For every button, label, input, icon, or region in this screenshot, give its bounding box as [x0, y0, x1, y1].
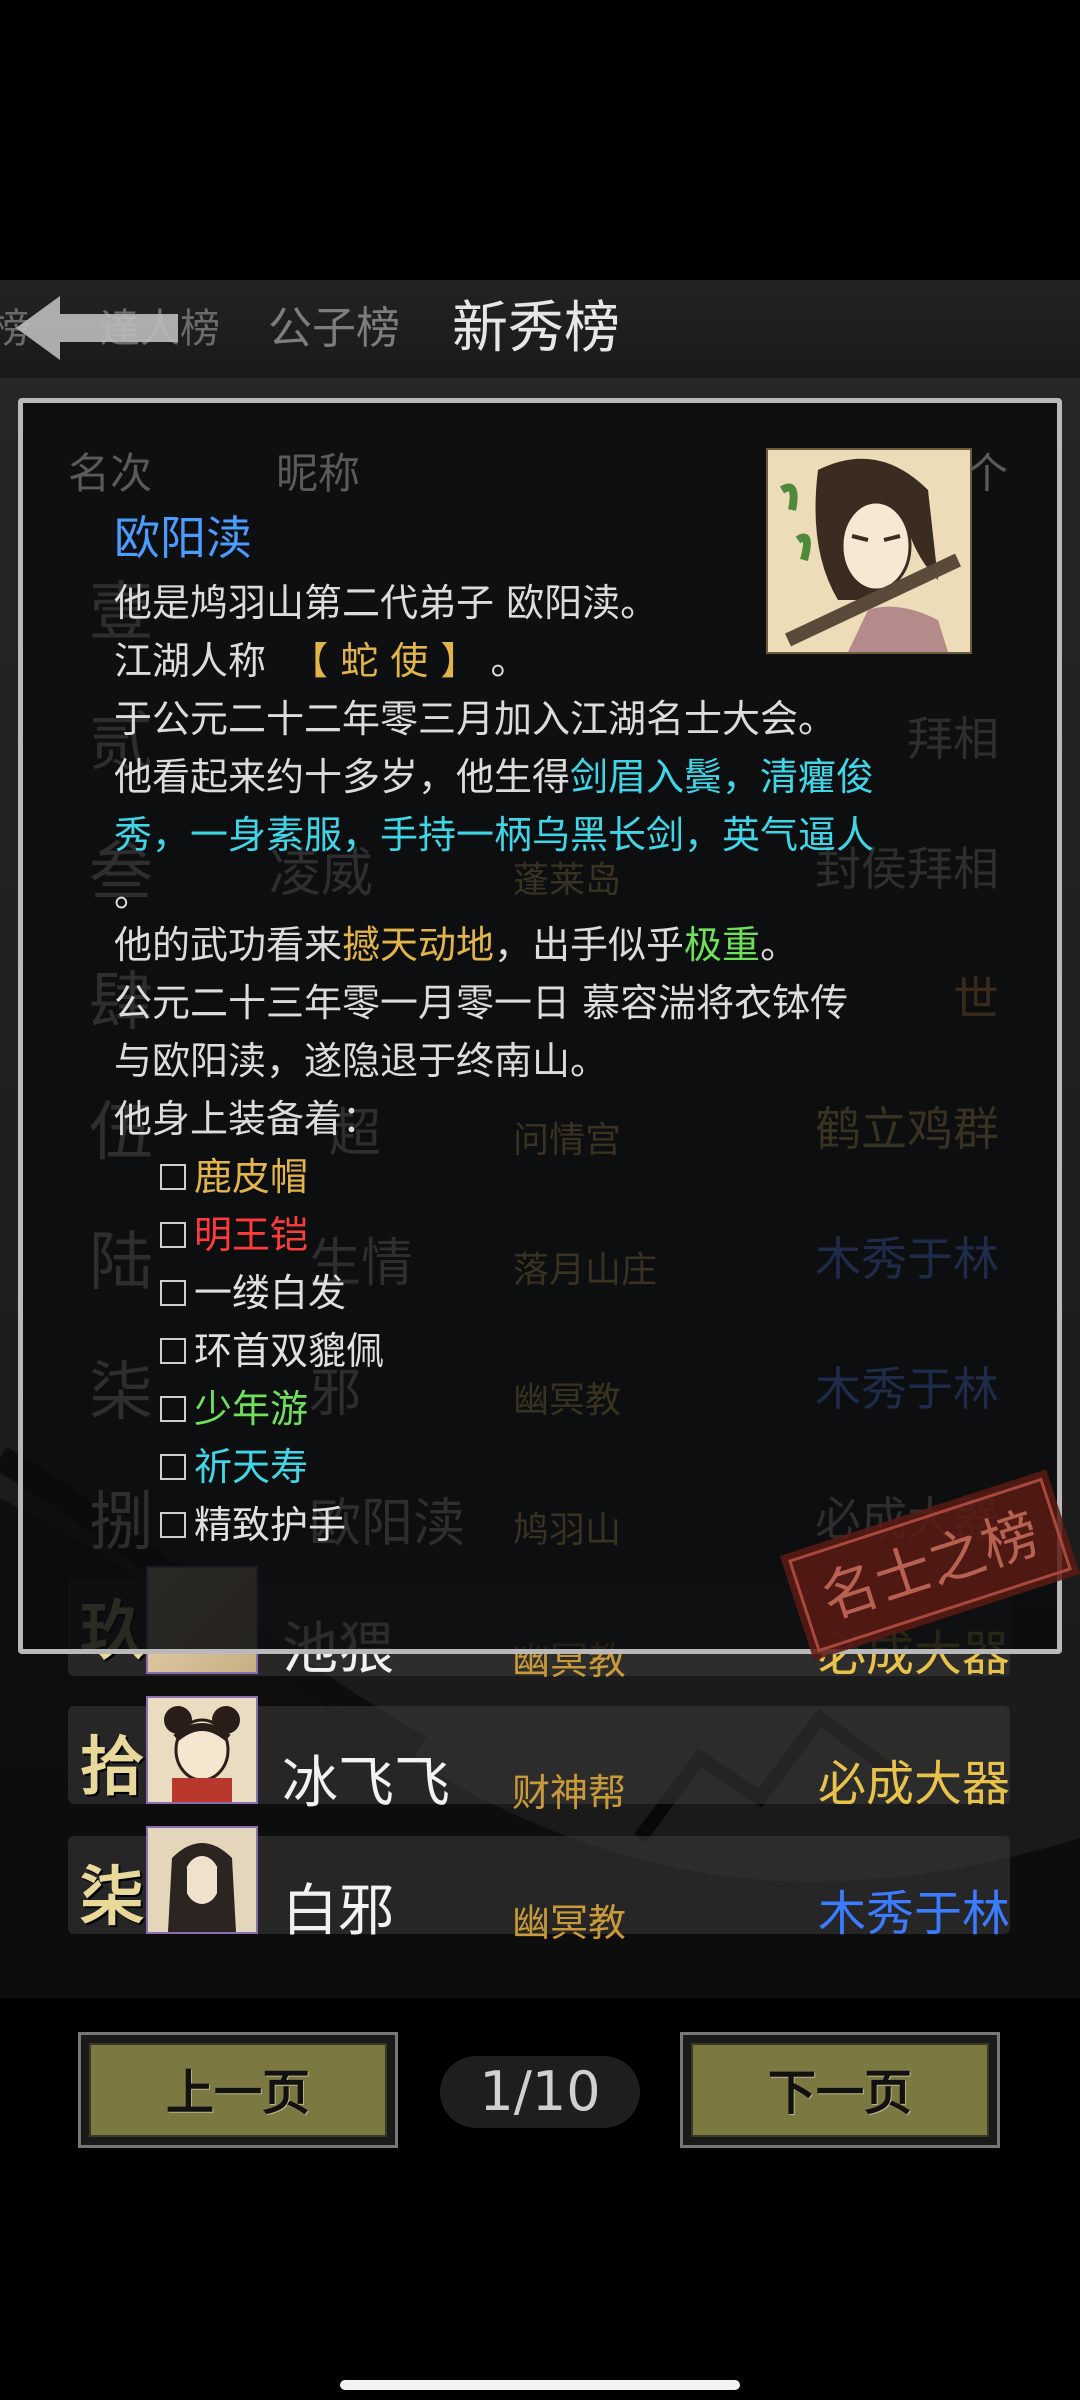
prev-page-label: 上一页: [89, 2043, 387, 2137]
checkbox-icon: [160, 1279, 186, 1306]
bio-text: ，出手似乎: [494, 923, 685, 967]
equipment-item[interactable]: 少年游: [160, 1378, 308, 1433]
column-header-rank: 名次: [68, 449, 153, 498]
bio-line: 他是鸠羽山第二代弟子 欧阳渎。: [114, 581, 659, 625]
equipment-name: 环首双貔佩: [194, 1329, 385, 1373]
equipment-name: 明王铠: [194, 1213, 309, 1257]
player-title: 木秀于林: [817, 1886, 1010, 1942]
player-title: 世: [953, 972, 999, 1026]
player-title: 木秀于林: [815, 1362, 999, 1416]
nickname: 【 蛇 使 】: [290, 639, 479, 683]
bio-line-martial: 他的武功看来撼天动地，出手似乎极重。: [114, 914, 798, 969]
equipment-name: 一缕白发: [194, 1271, 347, 1315]
appearance-text: 秀，一身素服，手持一柄乌黑长剑，英气逼人: [114, 813, 875, 857]
player-faction: 鸠羽山: [513, 1510, 622, 1551]
rank-label: 捌: [89, 1486, 153, 1560]
character-portrait: [766, 448, 972, 654]
checkbox-icon: [160, 1337, 186, 1364]
equipment-item[interactable]: 祈天寿: [160, 1436, 308, 1491]
player-faction: 落月山庄: [513, 1250, 658, 1291]
bio-text: 他的武功看来: [114, 923, 343, 967]
player-name: 白邪: [282, 1879, 394, 1944]
checkbox-icon: [160, 1511, 186, 1538]
appearance-text: 剑眉入鬓，清癯俊: [570, 755, 875, 799]
player-faction: 幽冥教: [512, 1901, 627, 1945]
player-title: 拜相: [907, 712, 999, 766]
player-name: 冰飞飞: [282, 1751, 450, 1816]
player-faction: 幽冥教: [513, 1380, 622, 1421]
checkbox-icon: [160, 1453, 186, 1480]
next-page-button[interactable]: 下一页: [680, 2032, 1000, 2148]
avatar: [146, 1696, 258, 1804]
bio-line: 。: [114, 871, 153, 915]
equipment-item[interactable]: 环首双貔佩: [160, 1320, 384, 1375]
player-title: 鹤立鸡群: [815, 1102, 999, 1156]
checkbox-icon: [160, 1395, 186, 1422]
bio-line: 公元二十三年零一月零一日 慕容湍将衣钵传: [114, 981, 849, 1025]
column-header-partial: 个: [966, 449, 1009, 498]
equipment-item[interactable]: 精致护手: [160, 1494, 346, 1549]
character-name: 欧阳渎: [114, 511, 252, 565]
equipment-name: 祈天寿: [194, 1445, 309, 1489]
next-page-label: 下一页: [691, 2043, 989, 2137]
tab-gongzi[interactable]: 公子榜: [268, 280, 400, 378]
equipment-item[interactable]: 一缕白发: [160, 1262, 346, 1317]
home-indicator[interactable]: [340, 2380, 740, 2390]
bio-text: 。: [490, 639, 529, 683]
page-indicator: 1/10: [440, 2056, 640, 2128]
equipment-name: 少年游: [194, 1387, 309, 1431]
avatar: [146, 1826, 258, 1934]
bio-line: 与欧阳渎，遂隐退于终南山。: [114, 1039, 609, 1083]
tab-xinxiu[interactable]: 新秀榜: [452, 280, 620, 378]
equipment-item[interactable]: 明王铠: [160, 1204, 308, 1259]
equipment-heading: 他身上装备着：: [114, 1097, 381, 1141]
checkbox-icon: [160, 1163, 186, 1190]
checkbox-icon: [160, 1221, 186, 1248]
equipment-name: 精致护手: [194, 1503, 347, 1547]
player-title: 必成大器: [817, 1756, 1010, 1812]
martial-level: 撼天动地: [342, 923, 495, 967]
column-header-name: 昵称: [276, 449, 361, 498]
bio-line-nickname: 江湖人称 【 蛇 使 】 。: [114, 630, 528, 685]
rank-label: 陆: [89, 1226, 153, 1300]
bio-text: 他看起来约十多岁，他生得: [114, 755, 571, 799]
player-faction: 财神帮: [512, 1771, 627, 1815]
bio-text: 江湖人称: [114, 639, 267, 683]
equipment-name: 鹿皮帽: [194, 1155, 309, 1199]
rank-label: 柒: [80, 1860, 144, 1935]
bio-line-appearance: 他看起来约十多岁，他生得剑眉入鬓，清癯俊: [114, 746, 874, 801]
strike-weight: 极重: [684, 923, 761, 967]
rank-label: 拾: [80, 1730, 144, 1805]
rank-label: 柒: [89, 1356, 153, 1430]
bio-line: 于公元二十二年零三月加入江湖名士大会。: [114, 697, 837, 741]
equipment-item[interactable]: 鹿皮帽: [160, 1146, 308, 1201]
back-arrow-icon[interactable]: [12, 292, 182, 364]
prev-page-button[interactable]: 上一页: [78, 2032, 398, 2148]
bio-text: 。: [760, 923, 799, 967]
player-faction: 问情宫: [513, 1120, 622, 1161]
player-title: 木秀于林: [815, 1232, 999, 1286]
